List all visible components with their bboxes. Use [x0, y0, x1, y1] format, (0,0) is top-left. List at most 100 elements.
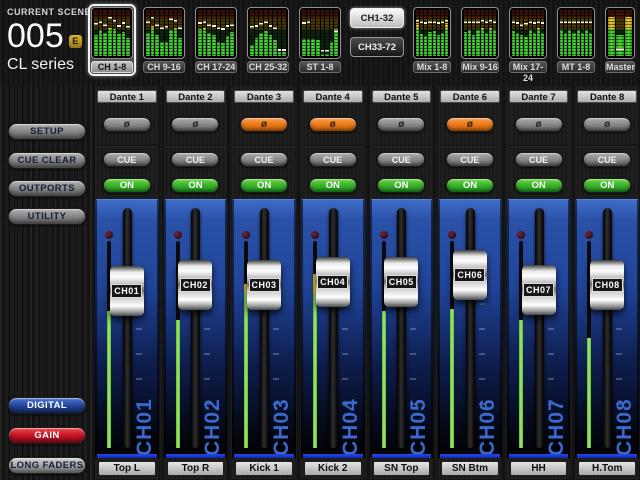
meter-group-ch-9-16[interactable]: CH 9-16	[140, 4, 188, 76]
cue-row: CUE	[95, 147, 159, 172]
channel-strip: Dante 7øCUEONCH07CH07HH	[507, 86, 571, 479]
fader-scale-tick	[548, 378, 554, 380]
peak-indicator	[585, 21, 588, 23]
cue-button[interactable]: CUE	[240, 152, 288, 167]
on-button[interactable]: ON	[240, 178, 288, 193]
on-button[interactable]: ON	[171, 178, 219, 193]
channel-name[interactable]: SN Btm	[441, 461, 499, 476]
fader-cap[interactable]: CH05	[384, 257, 418, 307]
peak-indicator	[441, 21, 444, 23]
channel-name[interactable]: Kick 2	[304, 461, 362, 476]
phase-button[interactable]: ø	[309, 117, 357, 132]
fader-cap[interactable]: CH01	[110, 266, 144, 316]
cue-button[interactable]: CUE	[515, 152, 563, 167]
cue-button[interactable]: CUE	[103, 152, 151, 167]
phase-button[interactable]: ø	[515, 117, 563, 132]
setup-button[interactable]: SETUP	[8, 123, 86, 140]
fader-track[interactable]	[123, 208, 132, 448]
meter-group-mt-1-8[interactable]: MT 1-8	[554, 4, 598, 76]
meter-fill-green	[250, 45, 254, 57]
meter-fill-green	[273, 40, 277, 56]
peak-indicator	[537, 21, 540, 23]
port-label[interactable]: Dante 3	[234, 90, 294, 103]
meter-group-master[interactable]: Master	[602, 4, 638, 76]
meter-fill-green	[165, 42, 169, 56]
phase-button[interactable]: ø	[103, 117, 151, 132]
peak-indicator	[334, 30, 338, 32]
peak-indicator	[108, 17, 112, 19]
port-label[interactable]: Dante 8	[577, 90, 637, 103]
channel-name[interactable]: SN Top	[373, 461, 431, 476]
cue-clear-button[interactable]: CUE CLEAR	[8, 152, 86, 169]
meter-bar	[94, 10, 98, 56]
gain-button[interactable]: GAIN	[8, 427, 86, 444]
fader-track[interactable]	[535, 208, 544, 448]
meter-group-mix-1-8[interactable]: Mix 1-8	[410, 4, 454, 76]
cue-button[interactable]: CUE	[309, 152, 357, 167]
fader-cap[interactable]: CH03	[247, 260, 281, 310]
fader-track[interactable]	[397, 208, 406, 448]
meter-bar	[529, 10, 532, 56]
meter-fill-green	[198, 29, 202, 56]
on-button[interactable]: ON	[515, 178, 563, 193]
port-label[interactable]: Dante 2	[166, 90, 226, 103]
long-faders-button[interactable]: LONG FADERS	[8, 457, 86, 474]
meter-fill-green	[99, 30, 103, 56]
fader-track[interactable]	[603, 208, 612, 448]
meter-group-mix-17-24[interactable]: Mix 17-24	[506, 4, 550, 76]
fader-scale-tick	[342, 353, 348, 355]
fader-track[interactable]	[191, 208, 200, 448]
on-button[interactable]: ON	[446, 178, 494, 193]
meter-group-ch-25-32[interactable]: CH 25-32	[244, 4, 292, 76]
fader-cap[interactable]: CH08	[590, 260, 624, 310]
meter-screen	[605, 7, 635, 59]
meter-group-ch-17-24[interactable]: CH 17-24	[192, 4, 240, 76]
channel-name[interactable]: HH	[510, 461, 568, 476]
meter-bar	[608, 10, 615, 56]
port-label[interactable]: Dante 4	[303, 90, 363, 103]
channel-name[interactable]: Top R	[167, 461, 225, 476]
meter-bar	[445, 10, 448, 56]
meter-group-mix-9-16[interactable]: Mix 9-16	[458, 4, 502, 76]
fader-cap[interactable]: CH02	[178, 260, 212, 310]
port-label[interactable]: Dante 1	[97, 90, 157, 103]
on-button[interactable]: ON	[583, 178, 631, 193]
on-button[interactable]: ON	[377, 178, 425, 193]
digital-button[interactable]: DIGITAL	[8, 397, 86, 414]
on-button[interactable]: ON	[103, 178, 151, 193]
channel-name[interactable]: Top L	[98, 461, 156, 476]
phase-button[interactable]: ø	[171, 117, 219, 132]
meter-bar	[226, 10, 230, 56]
meter-group-st-1-8[interactable]: ST 1-8	[296, 4, 344, 76]
fader-cap[interactable]: CH07	[522, 265, 556, 315]
bank-button-ch33-72[interactable]: CH33-72	[350, 37, 404, 57]
on-button[interactable]: ON	[309, 178, 357, 193]
channel-name[interactable]: Kick 1	[235, 461, 293, 476]
channel-name[interactable]: H.Tom	[578, 461, 636, 476]
strip-color-bar	[234, 454, 294, 458]
cue-button[interactable]: CUE	[171, 152, 219, 167]
peak-indicator	[146, 21, 150, 23]
phase-button[interactable]: ø	[240, 117, 288, 132]
meter-group-label: MT 1-8	[557, 61, 595, 73]
fader-track[interactable]	[260, 208, 269, 448]
phase-button[interactable]: ø	[377, 117, 425, 132]
fader-track[interactable]	[466, 208, 475, 448]
bank-button-ch1-32[interactable]: CH1-32	[350, 8, 404, 28]
fader-track[interactable]	[329, 208, 338, 448]
peak-indicator	[572, 21, 575, 23]
phase-button[interactable]: ø	[583, 117, 631, 132]
peak-indicator	[433, 21, 436, 23]
meter-group-ch-1-8[interactable]: CH 1-8	[88, 4, 136, 76]
cue-button[interactable]: CUE	[583, 152, 631, 167]
port-label[interactable]: Dante 6	[440, 90, 500, 103]
port-label[interactable]: Dante 7	[509, 90, 569, 103]
outports-button[interactable]: OUTPORTS	[8, 180, 86, 197]
cue-button[interactable]: CUE	[446, 152, 494, 167]
cue-button[interactable]: CUE	[377, 152, 425, 167]
utility-button[interactable]: UTILITY	[8, 208, 86, 225]
phase-button[interactable]: ø	[446, 117, 494, 132]
port-label[interactable]: Dante 5	[372, 90, 432, 103]
fader-cap[interactable]: CH06	[453, 250, 487, 300]
fader-cap[interactable]: CH04	[316, 257, 350, 307]
